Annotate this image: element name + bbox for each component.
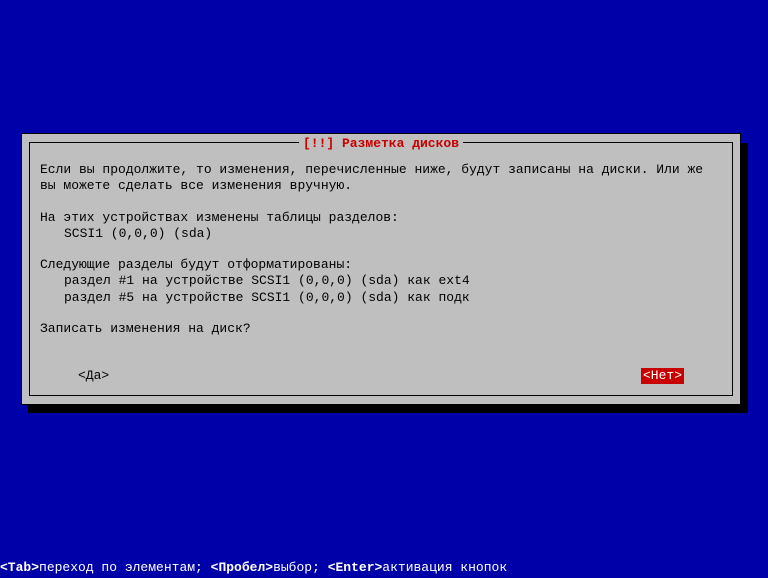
question-text: Записать изменения на диск? [40,321,722,337]
fmt-header: Следующие разделы будут отформатированы: [40,257,722,273]
intro-text: Если вы продолжите, то изменения, перечи… [40,162,722,195]
tab-key-hint: <Tab> [0,560,39,575]
space-key-hint: <Пробел> [211,560,273,575]
space-hint-text: выбор; [273,560,328,575]
fmt-item: раздел #1 на устройстве SCSI1 (0,0,0) (s… [40,273,722,289]
enter-key-hint: <Enter> [328,560,383,575]
enter-hint-text: активация кнопок [382,560,507,575]
no-button[interactable]: <Нет> [641,368,684,384]
fmt-item: раздел #5 на устройстве SCSI1 (0,0,0) (s… [40,290,722,306]
pt-item: SCSI1 (0,0,0) (sda) [40,226,722,242]
footer-hints: <Tab>переход по элементам; <Пробел>выбор… [0,560,507,576]
pt-header: На этих устройствах изменены таблицы раз… [40,210,722,226]
button-row: <Да> <Нет> [40,368,722,384]
dialog-title-text: [!!] Разметка дисков [299,136,463,151]
partition-dialog: [!!] Разметка дисков Если вы продолжите,… [21,133,741,405]
tab-hint-text: переход по элементам; [39,560,211,575]
dialog-content: Если вы продолжите, то изменения, перечи… [40,162,722,337]
dialog-title: [!!] Разметка дисков [22,136,740,152]
fmt-section: Следующие разделы будут отформатированы:… [40,257,722,306]
pt-section: На этих устройствах изменены таблицы раз… [40,210,722,243]
yes-button[interactable]: <Да> [78,368,109,384]
